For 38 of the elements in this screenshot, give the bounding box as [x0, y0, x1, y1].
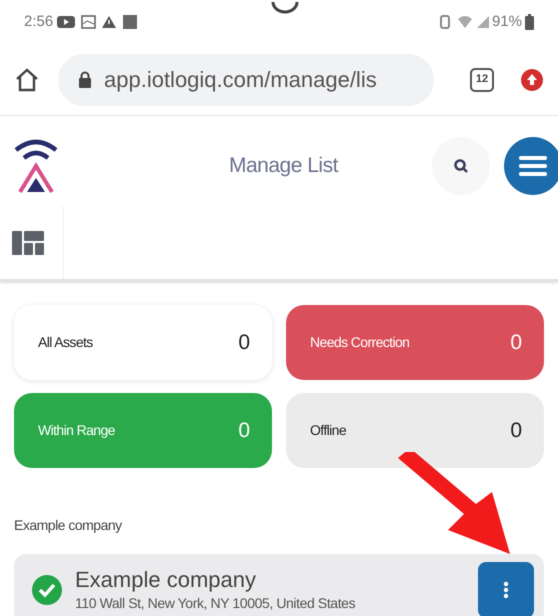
time: 2:56: [24, 12, 54, 32]
dashboard-icon[interactable]: [12, 230, 44, 254]
wifi-icon: [456, 15, 473, 29]
card-label: Needs Correction: [310, 333, 410, 352]
card-count: 0: [510, 418, 522, 444]
battery-icon: [525, 14, 534, 30]
menu-button[interactable]: [504, 137, 558, 195]
extension-icon[interactable]: [520, 68, 544, 92]
card-label: Within Range: [38, 421, 115, 440]
battery-percent: 91%: [492, 12, 522, 32]
page-title: Manage List: [229, 153, 338, 180]
grid-icon: [122, 14, 138, 30]
company-name: Example company: [75, 566, 257, 592]
image-icon: [81, 15, 96, 29]
more-vertical-icon: [503, 581, 509, 599]
lock-icon: [78, 70, 92, 88]
url-text: app.iotlogiq.com/manage/lis: [104, 66, 377, 94]
more-button[interactable]: [478, 562, 534, 616]
warning-icon: [101, 15, 118, 29]
card-count: 0: [238, 418, 250, 444]
url-field[interactable]: app.iotlogiq.com/manage/lis: [58, 54, 434, 106]
video-icon: [56, 15, 76, 29]
company-row[interactable]: Example company 110 Wall St, New York, NY 10005, United States: [14, 554, 544, 616]
notch-icon: [270, 0, 300, 14]
search-icon: [453, 158, 469, 174]
signal-icon: [476, 15, 490, 29]
menu-icon: [519, 155, 547, 177]
status-card[interactable]: Offline 0: [286, 393, 544, 468]
card-label: Offline: [310, 421, 346, 440]
status-card[interactable]: All Assets 0: [14, 305, 272, 380]
status-card[interactable]: Needs Correction 0: [286, 305, 544, 380]
company-address: 110 Wall St, New York, NY 10005, United States: [75, 594, 356, 612]
card-count: 0: [238, 330, 250, 356]
group-label: Example company: [13, 516, 123, 535]
tab-count-button[interactable]: 12: [470, 68, 494, 92]
card-label: All Assets: [38, 333, 93, 352]
home-icon[interactable]: [14, 66, 40, 92]
card-count: 0: [510, 330, 522, 356]
